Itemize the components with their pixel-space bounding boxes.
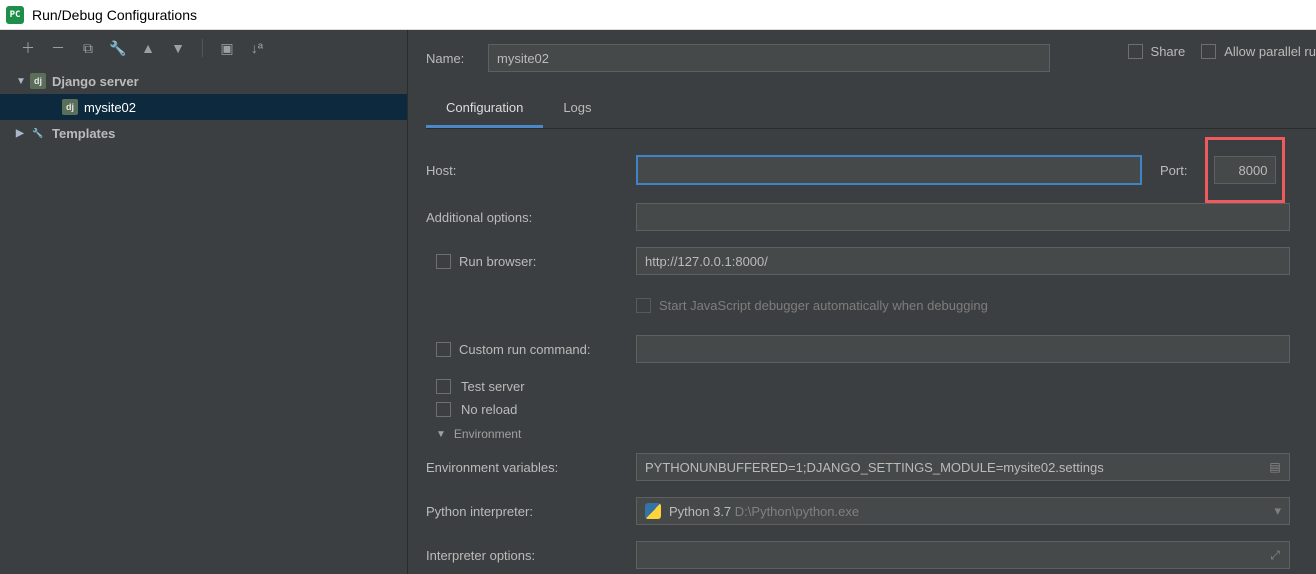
addl-row: Additional options: bbox=[426, 203, 1316, 231]
interp-label: Python interpreter: bbox=[426, 504, 636, 519]
up-icon[interactable]: ▲ bbox=[140, 40, 156, 56]
custom-label: Custom run command: bbox=[459, 342, 591, 357]
interpopts-label: Interpreter options: bbox=[426, 548, 636, 563]
chevron-right-icon: ▶ bbox=[16, 128, 30, 139]
interp-row: Python interpreter: Python 3.7 D:\Python… bbox=[426, 497, 1316, 525]
window-titlebar: PC Run/Debug Configurations bbox=[0, 0, 1316, 30]
tree-item-mysite02[interactable]: dj mysite02 bbox=[0, 94, 407, 120]
custom-input[interactable] bbox=[636, 335, 1290, 363]
tree-group-django[interactable]: ▼ dj Django server bbox=[0, 68, 407, 94]
runbrowser-input[interactable] bbox=[636, 247, 1290, 275]
custom-check-wrap: Custom run command: bbox=[426, 342, 636, 357]
tree-item-label: mysite02 bbox=[84, 100, 407, 115]
tabs: Configuration Logs bbox=[426, 90, 1316, 129]
parallel-checkbox[interactable]: Allow parallel ru bbox=[1201, 44, 1316, 59]
host-label: Host: bbox=[426, 163, 636, 178]
testserver-row[interactable]: Test server bbox=[436, 379, 1316, 394]
tree-group-templates[interactable]: ▶ 🔧 Templates bbox=[0, 120, 407, 146]
host-input[interactable] bbox=[636, 155, 1142, 185]
config-panel: Name: Share Allow parallel ru Configurat… bbox=[408, 30, 1316, 574]
config-tree: ▼ dj Django server dj mysite02 ▶ 🔧 Templ… bbox=[0, 66, 407, 574]
noreload-row[interactable]: No reload bbox=[436, 402, 1316, 417]
jsdbg-check: Start JavaScript debugger automatically … bbox=[636, 298, 988, 313]
separator bbox=[202, 39, 203, 57]
noreload-label: No reload bbox=[461, 402, 517, 417]
add-icon[interactable]: ＋ bbox=[20, 40, 36, 56]
jsdbg-label: Start JavaScript debugger automatically … bbox=[659, 298, 988, 313]
name-label: Name: bbox=[426, 51, 488, 66]
port-wrap: Port: bbox=[1160, 153, 1285, 187]
list-icon[interactable]: ▤ bbox=[1264, 454, 1286, 480]
runbrowser-label: Run browser: bbox=[459, 254, 536, 269]
checkbox-icon bbox=[436, 379, 451, 394]
checkbox-icon bbox=[436, 402, 451, 417]
top-right-options: Share Allow parallel ru bbox=[1128, 44, 1316, 59]
tab-configuration[interactable]: Configuration bbox=[426, 90, 543, 128]
port-highlight bbox=[1205, 137, 1285, 203]
share-label: Share bbox=[1151, 44, 1186, 59]
runbrowser-row: Run browser: bbox=[426, 247, 1316, 275]
tree-group-label: Templates bbox=[52, 126, 407, 141]
checkbox-icon[interactable] bbox=[436, 342, 451, 357]
testserver-label: Test server bbox=[461, 379, 525, 394]
envvars-row: Environment variables: ▤ bbox=[426, 453, 1316, 481]
chevron-down-icon: ▼ bbox=[16, 76, 30, 87]
addl-label: Additional options: bbox=[426, 210, 636, 225]
folder-icon[interactable]: ▣ bbox=[219, 40, 235, 56]
addl-input[interactable] bbox=[636, 203, 1290, 231]
sidebar: ＋ － ⧉ 🔧 ▲ ▼ ▣ ↓ª ▼ dj Django server dj m… bbox=[0, 30, 408, 574]
django-icon: dj bbox=[62, 99, 78, 115]
wrench-icon: 🔧 bbox=[30, 125, 46, 141]
checkbox-icon[interactable] bbox=[436, 254, 451, 269]
envvars-input[interactable] bbox=[636, 453, 1290, 481]
django-icon: dj bbox=[30, 73, 46, 89]
tab-logs[interactable]: Logs bbox=[543, 90, 611, 128]
host-row: Host: Port: bbox=[426, 153, 1316, 187]
copy-icon[interactable]: ⧉ bbox=[80, 40, 96, 56]
interpopts-row: Interpreter options: ⤢ bbox=[426, 541, 1316, 569]
down-icon[interactable]: ▼ bbox=[170, 40, 186, 56]
checkbox-icon bbox=[1128, 44, 1143, 59]
runbrowser-check-wrap: Run browser: bbox=[426, 254, 636, 269]
wrench-icon[interactable]: 🔧 bbox=[110, 40, 126, 56]
window-title: Run/Debug Configurations bbox=[32, 7, 197, 23]
custom-row: Custom run command: bbox=[426, 335, 1316, 363]
interp-select[interactable]: Python 3.7 D:\Python\python.exe ▾ bbox=[636, 497, 1290, 525]
port-label: Port: bbox=[1160, 163, 1187, 178]
sort-icon[interactable]: ↓ª bbox=[249, 40, 265, 56]
port-input[interactable] bbox=[1214, 156, 1276, 184]
env-header-label: Environment bbox=[454, 427, 521, 441]
parallel-label: Allow parallel ru bbox=[1224, 44, 1316, 59]
remove-icon[interactable]: － bbox=[50, 40, 66, 56]
name-input[interactable] bbox=[488, 44, 1050, 72]
share-checkbox[interactable]: Share bbox=[1128, 44, 1186, 59]
tree-group-label: Django server bbox=[52, 74, 407, 89]
sidebar-toolbar: ＋ － ⧉ 🔧 ▲ ▼ ▣ ↓ª bbox=[0, 30, 407, 66]
jsdbg-row: Start JavaScript debugger automatically … bbox=[426, 291, 1316, 319]
checkbox-icon bbox=[636, 298, 651, 313]
python-icon bbox=[645, 503, 661, 519]
env-header[interactable]: ▼ Environment bbox=[436, 427, 1316, 441]
interp-path: D:\Python\python.exe bbox=[735, 504, 859, 519]
pycharm-icon: PC bbox=[6, 6, 24, 24]
checkbox-icon bbox=[1201, 44, 1216, 59]
chevron-down-icon: ▼ bbox=[436, 429, 446, 440]
chevron-down-icon: ▾ bbox=[1274, 503, 1281, 519]
expand-icon[interactable]: ⤢ bbox=[1264, 542, 1286, 568]
envvars-label: Environment variables: bbox=[426, 460, 636, 475]
interp-name: Python 3.7 bbox=[669, 504, 731, 519]
interpopts-input[interactable] bbox=[636, 541, 1290, 569]
main-window: ＋ － ⧉ 🔧 ▲ ▼ ▣ ↓ª ▼ dj Django server dj m… bbox=[0, 30, 1316, 574]
